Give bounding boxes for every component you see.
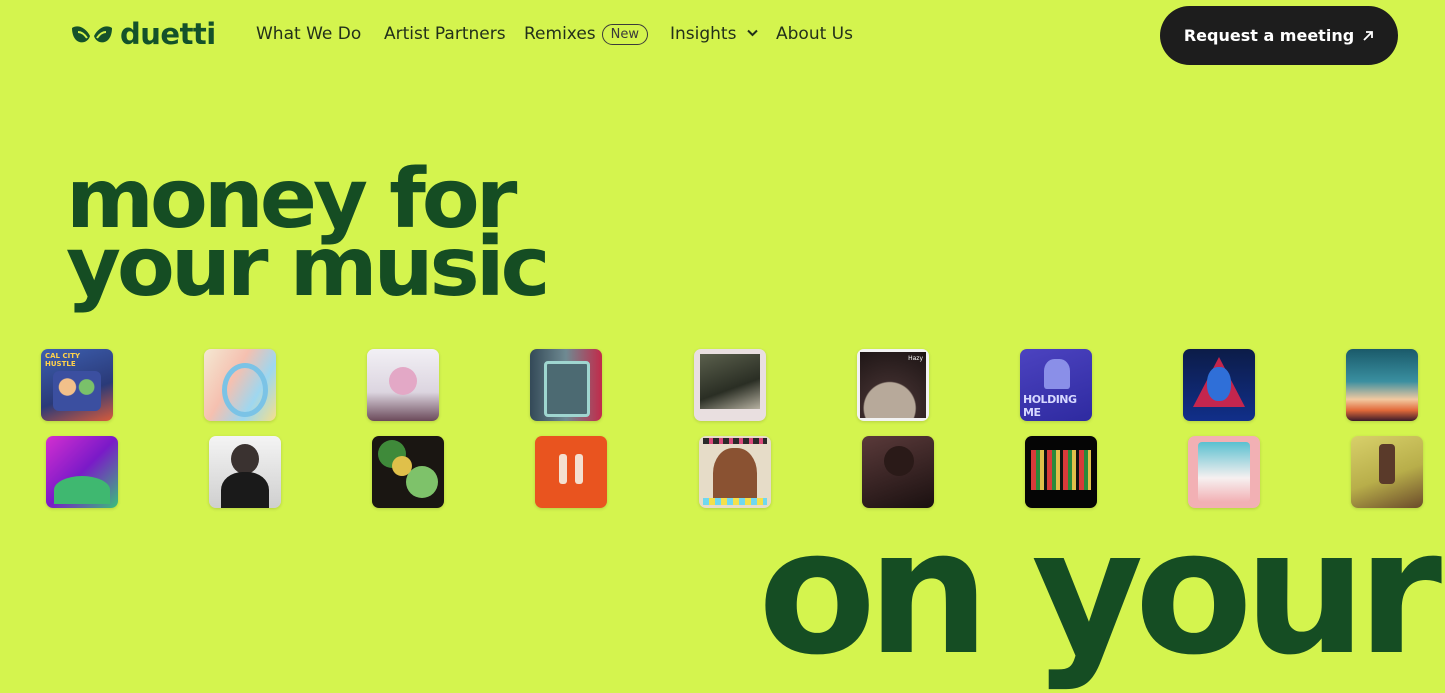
duetti-logo-icon bbox=[72, 26, 112, 43]
brand-name: duetti bbox=[120, 17, 216, 51]
hero-big-text: on your bbox=[758, 492, 1442, 693]
hero-headline: money for your music bbox=[66, 159, 551, 315]
request-meeting-label: Request a meeting bbox=[1183, 26, 1355, 45]
request-meeting-button[interactable]: Request a meeting bbox=[1160, 6, 1398, 65]
chevron-down-icon bbox=[747, 29, 758, 37]
album-cover[interactable] bbox=[372, 436, 444, 508]
album-cover[interactable] bbox=[367, 349, 439, 421]
album-cover[interactable]: CAL CITY HUSTLE bbox=[41, 349, 113, 421]
album-cover[interactable]: HOLDING ME bbox=[1020, 349, 1092, 421]
headline-line-2: your music bbox=[66, 220, 551, 315]
album-cover[interactable] bbox=[46, 436, 118, 508]
nav-remixes-label: Remixes bbox=[524, 24, 596, 44]
duetti-logo[interactable]: duetti bbox=[70, 17, 216, 51]
album-cover[interactable] bbox=[535, 436, 607, 508]
album-cover[interactable] bbox=[209, 436, 281, 508]
nav-insights[interactable]: Insights bbox=[670, 22, 758, 46]
nav-what-we-do[interactable]: What We Do bbox=[256, 22, 361, 46]
album-cover[interactable] bbox=[694, 349, 766, 421]
new-badge: New bbox=[601, 24, 649, 45]
nav-remixes[interactable]: Remixes New bbox=[524, 22, 649, 46]
album-cover[interactable] bbox=[1346, 349, 1418, 421]
nav-about-us[interactable]: About Us bbox=[776, 22, 853, 46]
album-cover[interactable] bbox=[530, 349, 602, 421]
album-cover[interactable] bbox=[1183, 349, 1255, 421]
album-cover[interactable]: Hazy bbox=[857, 349, 929, 421]
nav-insights-label: Insights bbox=[670, 24, 737, 44]
nav-artist-partners[interactable]: Artist Partners bbox=[384, 22, 506, 46]
album-cover[interactable] bbox=[204, 349, 276, 421]
arrow-up-right-icon bbox=[1363, 30, 1374, 41]
top-navigation: duetti What We Do Artist Partners Remixe… bbox=[0, 0, 1445, 70]
